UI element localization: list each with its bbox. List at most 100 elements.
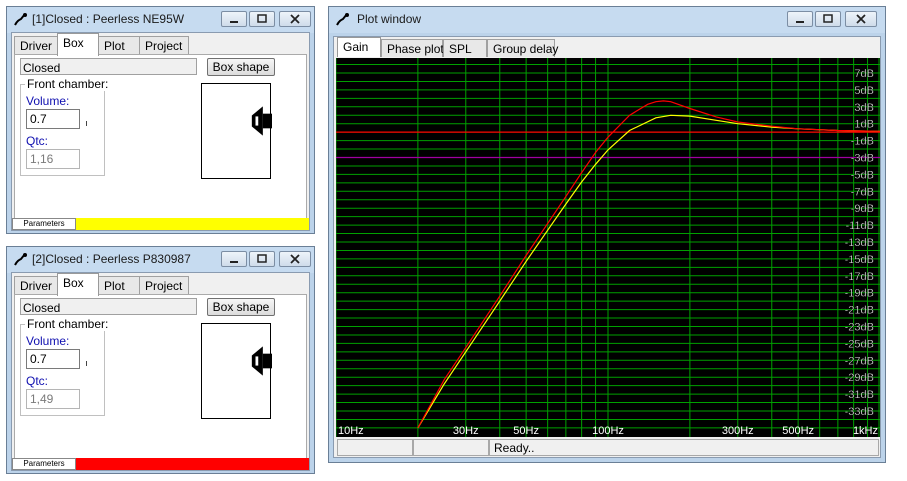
minimize-button[interactable] (221, 11, 247, 27)
app-icon (336, 13, 349, 26)
y-tick-label: -27dB (845, 355, 874, 367)
parameters-button[interactable]: Parameters (12, 458, 76, 470)
close-icon (856, 14, 866, 24)
box-shape-preview (201, 83, 272, 179)
window2-tabs: Driver Box Plot Project (12, 273, 309, 296)
close-button[interactable] (279, 11, 311, 27)
tab-group-delay[interactable]: Group delay (487, 39, 558, 57)
y-tick-label: 1dB (854, 119, 874, 131)
series-color-bar (76, 458, 309, 470)
minimize-button[interactable] (787, 11, 813, 27)
driver-window-2: [2]Closed : Peerless P830987 Driver Box … (6, 246, 315, 474)
tab-driver[interactable]: Driver (14, 276, 58, 295)
app-icon (14, 253, 27, 266)
close-icon (290, 14, 300, 24)
qtc-field: 1,49 (26, 389, 80, 409)
tab-project[interactable]: Project (139, 36, 189, 55)
x-tick-label: 1kHz (853, 425, 878, 437)
maximize-button[interactable] (815, 11, 841, 27)
window1-title: [1]Closed : Peerless NE95W (32, 12, 185, 26)
gain-plot-area[interactable]: 7dB 5dB 3dB 1dB -1dB -3dB -5dB -7dB -9dB -11dB -13… (336, 58, 880, 438)
x-tick-label: 30Hz (453, 425, 479, 437)
plot-tabs: Gain Phase plot SPL Group delay (334, 37, 880, 58)
volume-tick (86, 361, 87, 366)
y-tick-label: -21dB (845, 305, 874, 317)
front-chamber-label: Front chamber: (25, 77, 111, 91)
close-icon (290, 254, 300, 264)
plot-window-title: Plot window (357, 12, 422, 26)
volume-input[interactable]: 0.7 (26, 109, 80, 129)
y-tick-label: -5dB (851, 169, 874, 181)
tab-project[interactable]: Project (139, 276, 189, 295)
x-tick-label: 10Hz (338, 425, 364, 437)
series-line-1 (417, 114, 880, 429)
series-line-2 (417, 100, 880, 429)
status-cell-2 (413, 439, 489, 456)
status-bar: Ready.. (334, 437, 880, 457)
status-cell-1 (337, 439, 413, 456)
front-chamber-label: Front chamber: (25, 317, 111, 331)
gain-chart: 7dB 5dB 3dB 1dB -1dB -3dB -5dB -7dB -9dB -11dB -13… (336, 58, 880, 438)
plot-window: Plot window Gain Phase plot SPL Group de… (328, 6, 886, 463)
x-tick-label: 500Hz (782, 425, 814, 437)
y-tick-label: -17dB (845, 271, 874, 283)
x-tick-label: 300Hz (722, 425, 754, 437)
tab-driver[interactable]: Driver (14, 36, 58, 55)
qtc-label: Qtc: (26, 374, 49, 388)
box-type-field: Closed (20, 58, 197, 75)
close-button[interactable] (845, 11, 877, 27)
tab-spl[interactable]: SPL (443, 39, 487, 57)
tab-gain[interactable]: Gain (337, 37, 381, 57)
tab-phase-plot[interactable]: Phase plot (381, 39, 444, 57)
window1-client: Driver Box Plot Project Closed Box shape… (11, 32, 310, 231)
parameters-button[interactable]: Parameters (12, 218, 76, 230)
tab-box[interactable]: Box (57, 33, 99, 56)
window2-client: Driver Box Plot Project Closed Box shape… (11, 272, 310, 471)
y-tick-label: -3dB (851, 153, 874, 165)
maximize-icon (257, 14, 267, 23)
window2-titlebar[interactable]: [2]Closed : Peerless P830987 (7, 247, 314, 273)
y-tick-label: -7dB (851, 186, 874, 198)
y-tick-label: -19dB (845, 288, 874, 300)
box-shape-button[interactable]: Box shape (207, 298, 275, 316)
volume-label: Volume: (26, 94, 70, 108)
tab-box[interactable]: Box (57, 273, 99, 296)
app-icon (14, 13, 27, 26)
volume-input[interactable]: 0.7 (26, 349, 80, 369)
tab-plot[interactable]: Plot (98, 36, 140, 55)
status-text: Ready.. (489, 439, 879, 456)
y-tick-label: -33dB (845, 406, 874, 418)
y-tick-label: 3dB (854, 102, 874, 114)
close-button[interactable] (279, 251, 311, 267)
y-tick-label: -25dB (845, 338, 874, 350)
y-tick-label: -29dB (845, 372, 874, 384)
plot-window-client: Gain Phase plot SPL Group delay 7dB 5dB 3d… (333, 36, 881, 458)
box-shape-button[interactable]: Box shape (207, 58, 275, 76)
box-shape-preview (201, 323, 272, 419)
x-tick-label: 50Hz (513, 425, 539, 437)
volume-label: Volume: (26, 334, 70, 348)
speaker-driver-icon (251, 346, 272, 376)
driver-window-1: [1]Closed : Peerless NE95W Driver Box Pl… (6, 6, 315, 234)
window1-titlebar[interactable]: [1]Closed : Peerless NE95W (7, 7, 314, 33)
y-tick-label: -31dB (845, 389, 874, 401)
minimize-button[interactable] (221, 251, 247, 267)
y-tick-label: 7dB (854, 68, 874, 80)
window1-tabs: Driver Box Plot Project (12, 33, 309, 56)
speaker-driver-icon (251, 106, 272, 136)
y-tick-label: -15dB (845, 254, 874, 266)
box-tab-panel: Closed Box shape Front chamber: Volume: … (14, 294, 307, 468)
minimize-icon (230, 21, 238, 23)
x-tick-label: 100Hz (592, 425, 624, 437)
maximize-icon (823, 14, 833, 23)
maximize-button[interactable] (249, 251, 275, 267)
tab-plot[interactable]: Plot (98, 276, 140, 295)
maximize-button[interactable] (249, 11, 275, 27)
qtc-field: 1,16 (26, 149, 80, 169)
box-tab-panel: Closed Box shape Front chamber: Volume: … (14, 54, 307, 228)
y-tick-label: -11dB (845, 220, 874, 232)
y-tick-label: -23dB (845, 322, 874, 334)
plot-window-titlebar[interactable]: Plot window (329, 7, 885, 33)
parameters-bar: Parameters (12, 218, 309, 230)
volume-tick (86, 121, 87, 126)
